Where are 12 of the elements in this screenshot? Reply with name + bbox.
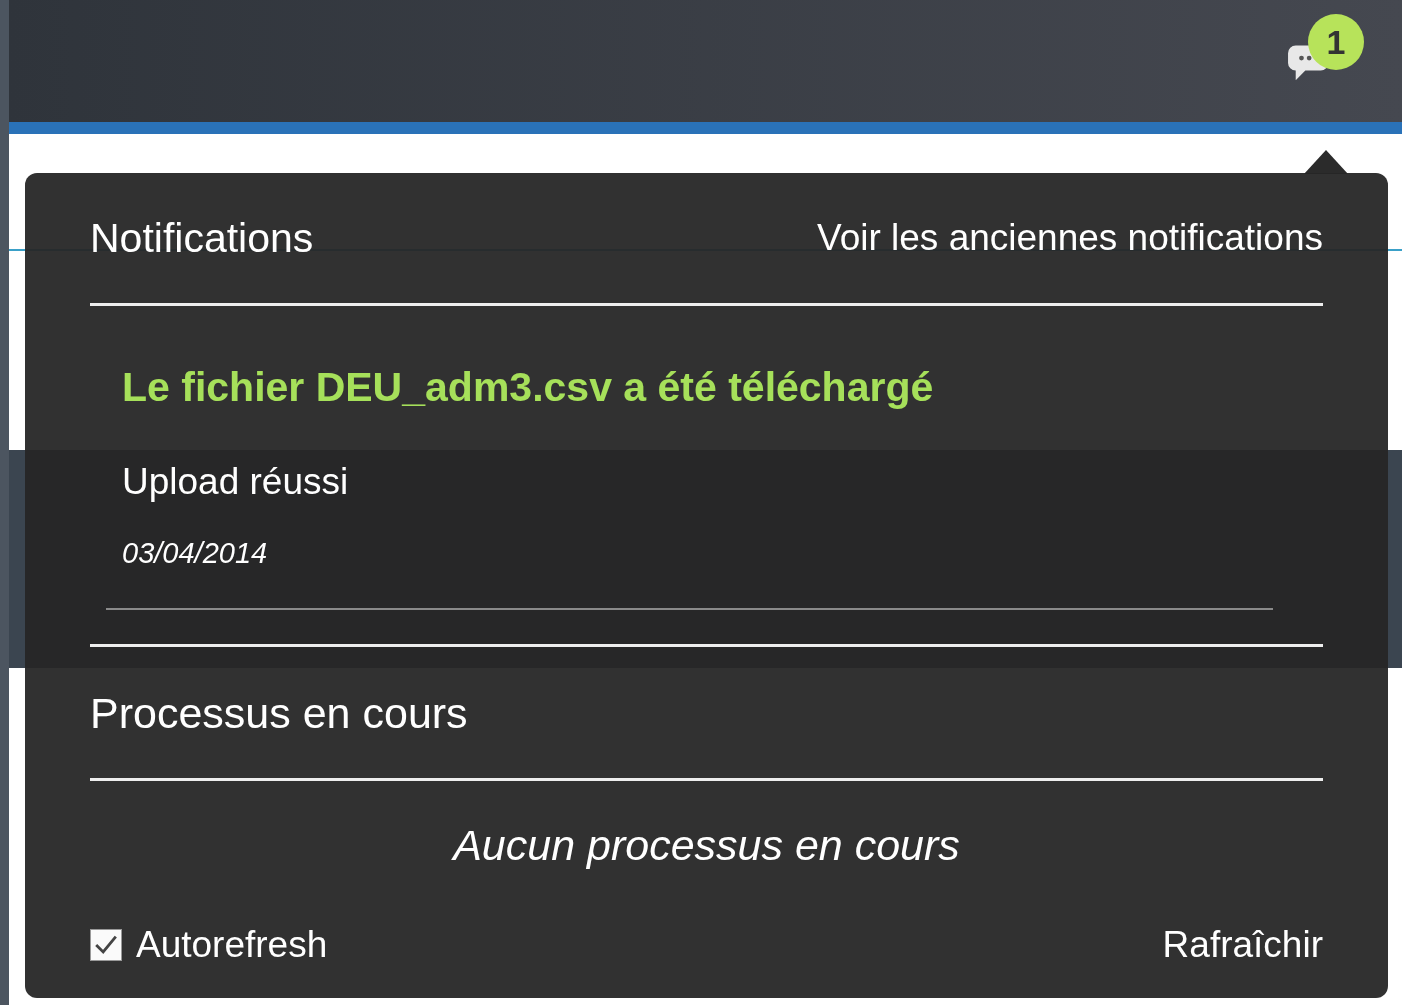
notification-date: 03/04/2014 xyxy=(122,537,269,570)
notification-message: Upload réussi xyxy=(122,461,350,503)
notifications-button[interactable]: 1 xyxy=(1284,14,1364,88)
checkbox-label: Autorefresh xyxy=(136,924,328,966)
autorefresh-checkbox[interactable] xyxy=(90,929,122,961)
section-title: Processus en cours xyxy=(90,688,469,739)
history-link[interactable]: Voir les anciennes notifications xyxy=(817,217,1323,259)
panel-title: Notifications xyxy=(90,214,314,262)
notification-title: Le fichier DEU_adm3.csv a été téléchargé xyxy=(122,364,935,411)
empty-message: Aucun processus en cours xyxy=(453,821,960,870)
refresh-button[interactable]: Rafraîchir xyxy=(1162,924,1323,966)
notification-count-badge: 1 xyxy=(1308,14,1364,70)
